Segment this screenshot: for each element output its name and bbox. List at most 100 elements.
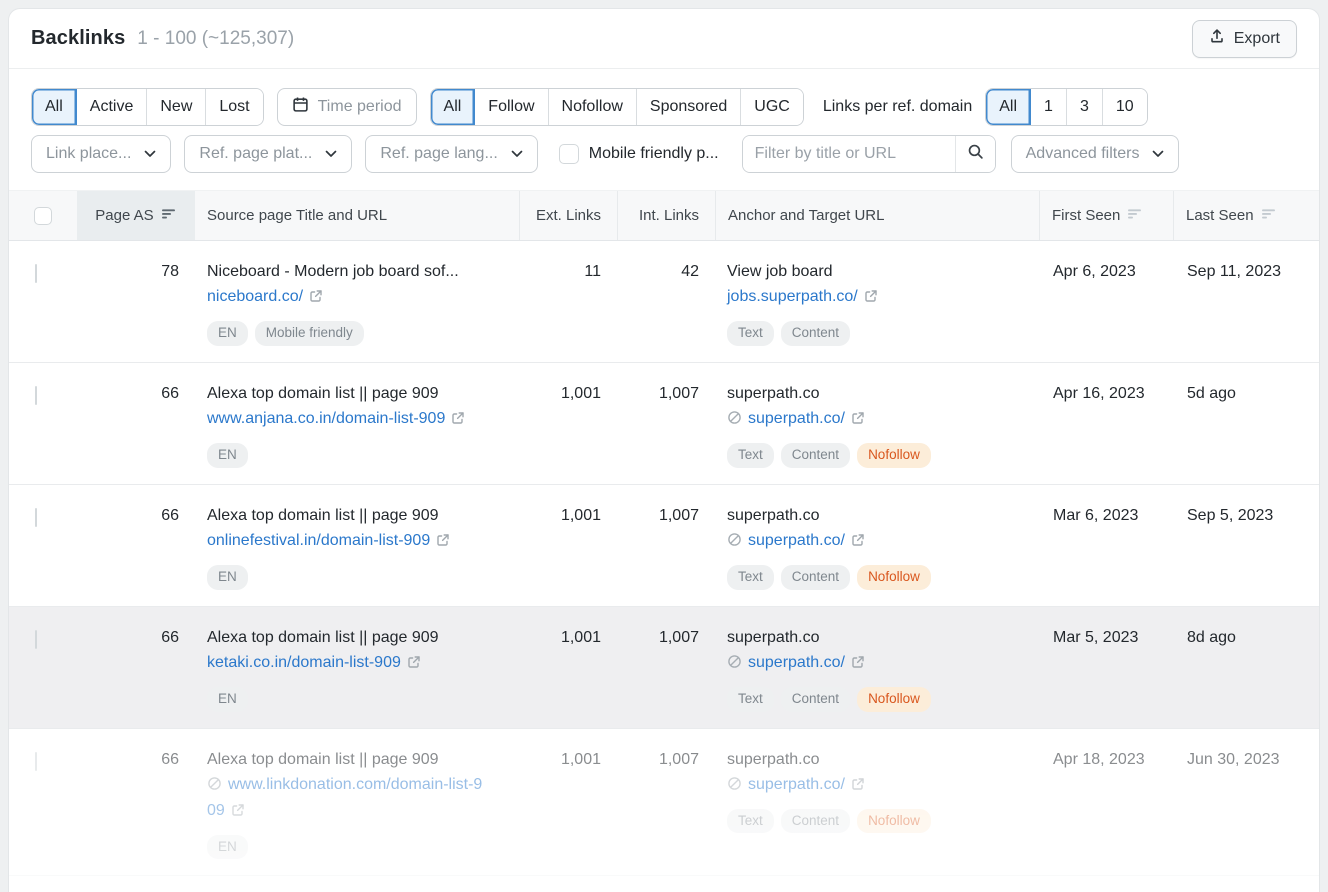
external-link-icon[interactable] [851,775,865,799]
row-checkbox[interactable] [35,386,37,405]
status-option-new[interactable]: New [147,89,206,125]
external-link-icon[interactable] [436,531,450,555]
row-checkbox-cell [9,485,77,606]
external-link-icon[interactable] [451,409,465,433]
external-link-icon[interactable] [309,287,323,311]
source-cell: Niceboard - Modern job board sof... nice… [195,241,519,362]
anchor-cell: superpath.co superpath.co/ TextContentNo… [715,729,1039,876]
page-header: Backlinks 1 - 100 (~125,307) Export [9,9,1319,69]
mobile-friendly-label: Mobile friendly p... [589,145,719,163]
target-url-link[interactable]: superpath.co/ [748,532,845,549]
source-cell: Alexa top domain list || page 909 online… [195,485,519,606]
ref-page-platform-label: Ref. page plat... [199,145,312,163]
source-url-link[interactable]: onlinefestival.in/domain-list-909 [207,532,430,549]
target-url-link[interactable]: superpath.co/ [748,654,845,671]
external-link-icon[interactable] [851,531,865,555]
external-link-icon[interactable] [864,287,878,311]
source-url-link[interactable]: www.anjana.co.in/domain-list-909 [207,410,445,427]
external-link-icon[interactable] [231,801,245,825]
magnifier-icon [967,143,984,165]
follow-option-follow[interactable]: Follow [475,89,548,125]
source-page-title: Alexa top domain list || page 909 [207,748,489,772]
links-per-domain-10[interactable]: 10 [1103,89,1147,125]
row-checkbox[interactable] [35,752,37,771]
links-per-domain-1[interactable]: 1 [1031,89,1067,125]
status-option-lost[interactable]: Lost [206,89,262,125]
target-url-link[interactable]: jobs.superpath.co/ [727,288,858,305]
anchor-badges: TextContentNofollow [727,443,1009,468]
mobile-friendly-filter[interactable]: Mobile friendly p... [559,144,719,164]
source-cell: Alexa top domain list || page 909 domain… [195,876,519,892]
advanced-filters-dropdown[interactable]: Advanced filters [1011,135,1180,173]
page-as-value: 66 [77,607,195,728]
source-url-link[interactable]: niceboard.co/ [207,288,303,305]
upload-arrow-icon [1209,28,1225,49]
ref-page-language-dropdown[interactable]: Ref. page lang... [365,135,537,173]
column-header-source[interactable]: Source page Title and URL [195,191,519,240]
anchor-text: View job board [727,260,1009,284]
source-url-link[interactable]: ketaki.co.in/domain-list-909 [207,654,401,671]
slashed-circle-icon [727,775,742,799]
target-url-link[interactable]: superpath.co/ [748,410,845,427]
title-url-filter-input[interactable] [743,136,955,172]
external-link-icon[interactable] [851,409,865,433]
export-button[interactable]: Export [1192,20,1297,58]
badge-en: EN [207,321,248,346]
badge-text: Text [727,809,774,834]
header-checkbox-cell [9,191,77,240]
row-checkbox-cell [9,241,77,362]
table-body-faded-zone: 66 Alexa top domain list || page 909 www… [9,729,1319,892]
link-placement-dropdown[interactable]: Link place... [31,135,171,173]
time-period-label: Time period [318,98,402,116]
row-checkbox-cell [9,607,77,728]
anchor-cell: superpath.co superpath.co/ TextContentNo… [715,607,1039,728]
select-all-checkbox[interactable] [34,207,52,225]
column-header-first-seen[interactable]: First Seen [1039,191,1173,240]
ref-page-platform-dropdown[interactable]: Ref. page plat... [184,135,352,173]
row-checkbox-cell [9,729,77,876]
page-as-value: 66 [77,729,195,876]
target-url-link[interactable]: superpath.co/ [748,776,845,793]
row-checkbox[interactable] [35,630,37,649]
row-checkbox[interactable] [35,508,37,527]
source-header-label: Source page Title and URL [207,207,387,224]
backlinks-report-card: Backlinks 1 - 100 (~125,307) Export All … [8,8,1320,892]
column-header-page-as[interactable]: Page AS [77,191,195,240]
source-badges: EN [207,687,489,712]
slashed-circle-icon [727,409,742,433]
table-row: 66 Alexa top domain list || page 909 ket… [9,607,1319,729]
table-row: 66 Alexa top domain list || page 909 dom… [9,876,1319,892]
external-link-icon[interactable] [407,653,421,677]
links-per-domain-3[interactable]: 3 [1067,89,1103,125]
follow-option-nofollow[interactable]: Nofollow [549,89,637,125]
ext-links-value: 1,001 [519,607,617,728]
search-button[interactable] [955,136,995,172]
ext-links-value: 11 [519,241,617,362]
column-header-last-seen[interactable]: Last Seen [1173,191,1319,240]
result-range-count: 1 - 100 (~125,307) [137,28,294,50]
chevron-down-icon [511,145,523,163]
row-checkbox[interactable] [35,264,37,283]
badge-content: Content [781,321,850,346]
source-url-link[interactable]: www.linkdonation.com/domain-list-909 [207,776,482,819]
badge-nofollow: Nofollow [857,443,931,468]
column-header-ext-links[interactable]: Ext. Links [519,191,617,240]
ext-links-value: 1,001 [519,485,617,606]
column-header-anchor[interactable]: Anchor and Target URL [715,191,1039,240]
status-option-active[interactable]: Active [77,89,148,125]
status-option-all[interactable]: All [32,89,77,125]
source-badges: ENMobile friendly [207,321,489,346]
row-checkbox-cell [9,363,77,484]
table-row: 66 Alexa top domain list || page 909 www… [9,363,1319,485]
first-seen-value: Apr 1, 2023 [1039,876,1173,892]
follow-option-ugc[interactable]: UGC [741,89,803,125]
follow-option-all[interactable]: All [431,89,476,125]
time-period-button[interactable]: Time period [277,88,417,126]
mobile-friendly-checkbox[interactable] [559,144,579,164]
column-header-int-links[interactable]: Int. Links [617,191,715,240]
badge-nofollow: Nofollow [857,809,931,834]
external-link-icon[interactable] [851,653,865,677]
follow-option-sponsored[interactable]: Sponsored [637,89,741,125]
links-per-domain-all[interactable]: All [986,89,1031,125]
badge-text: Text [727,687,774,712]
